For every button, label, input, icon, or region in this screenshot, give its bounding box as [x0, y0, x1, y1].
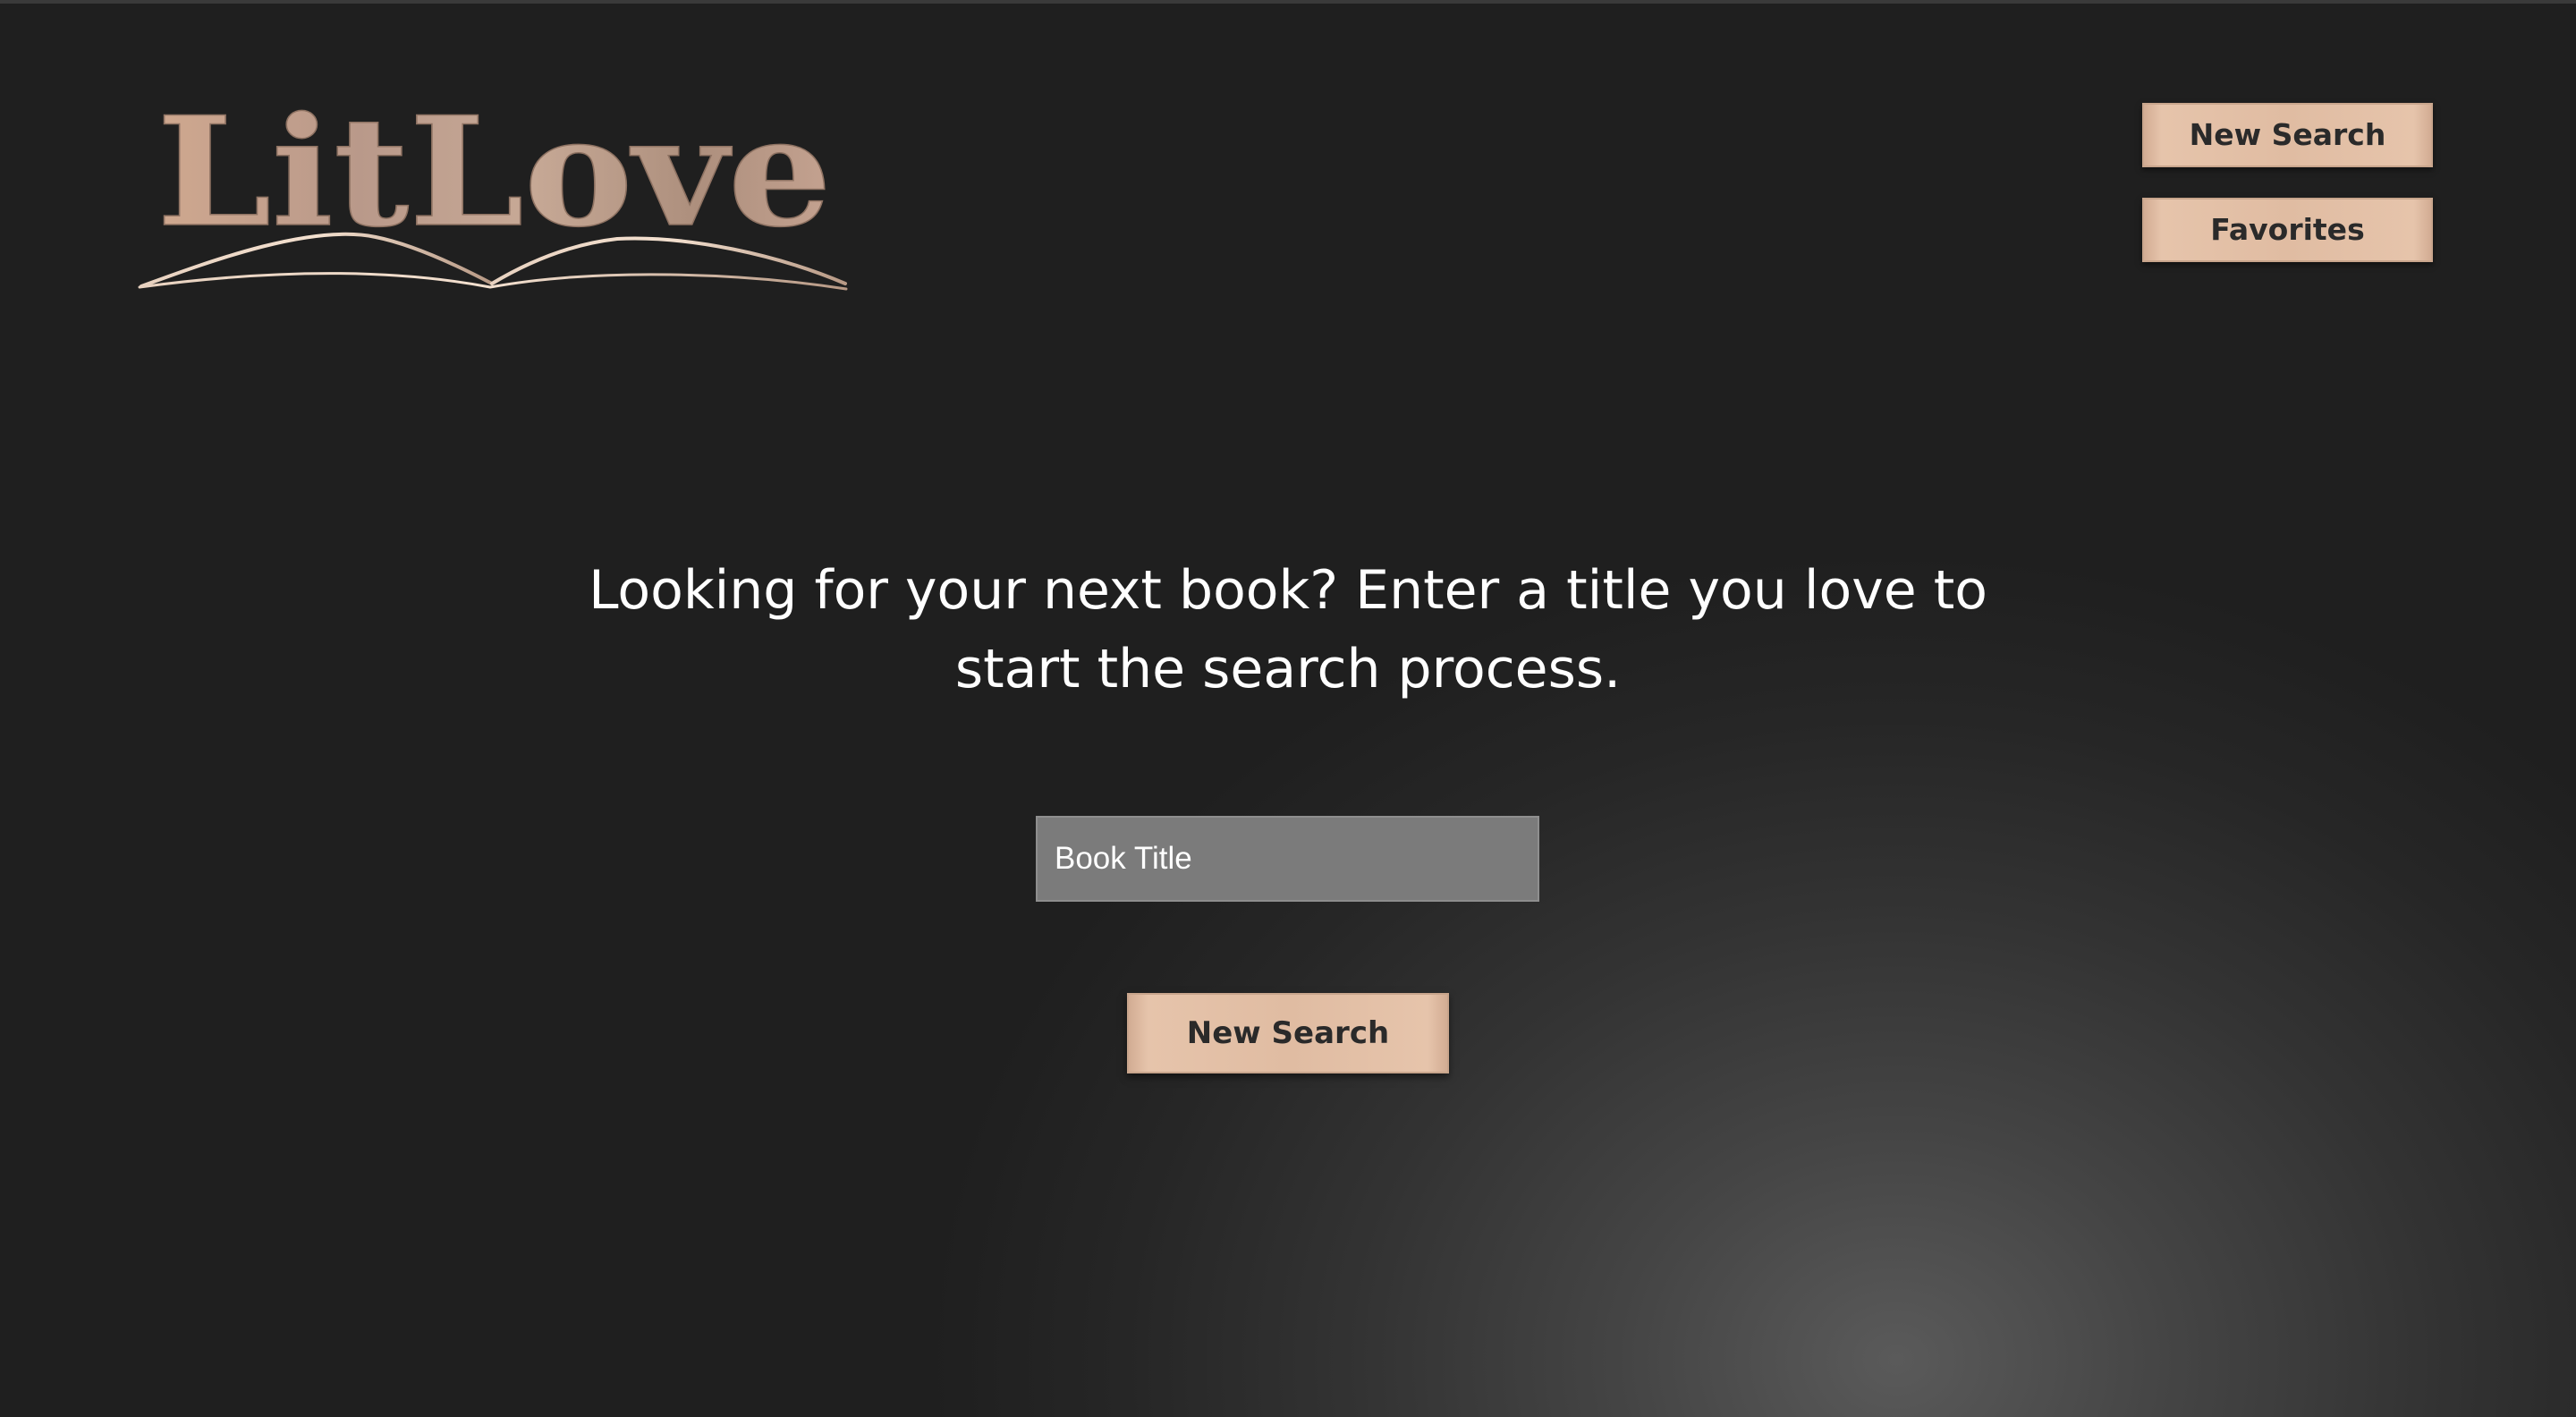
logo-wordmark: LitLove — [157, 85, 832, 260]
new-search-button[interactable]: New Search — [1127, 993, 1449, 1073]
window-top-border — [0, 0, 2576, 4]
litlove-logo[interactable]: LitLove — [134, 85, 850, 300]
book-title-input[interactable] — [1036, 816, 1539, 902]
nav-new-search-button[interactable]: New Search — [2142, 103, 2433, 167]
nav-favorites-button[interactable]: Favorites — [2142, 198, 2433, 262]
intro-text: Looking for your next book? Enter a titl… — [589, 559, 1987, 700]
